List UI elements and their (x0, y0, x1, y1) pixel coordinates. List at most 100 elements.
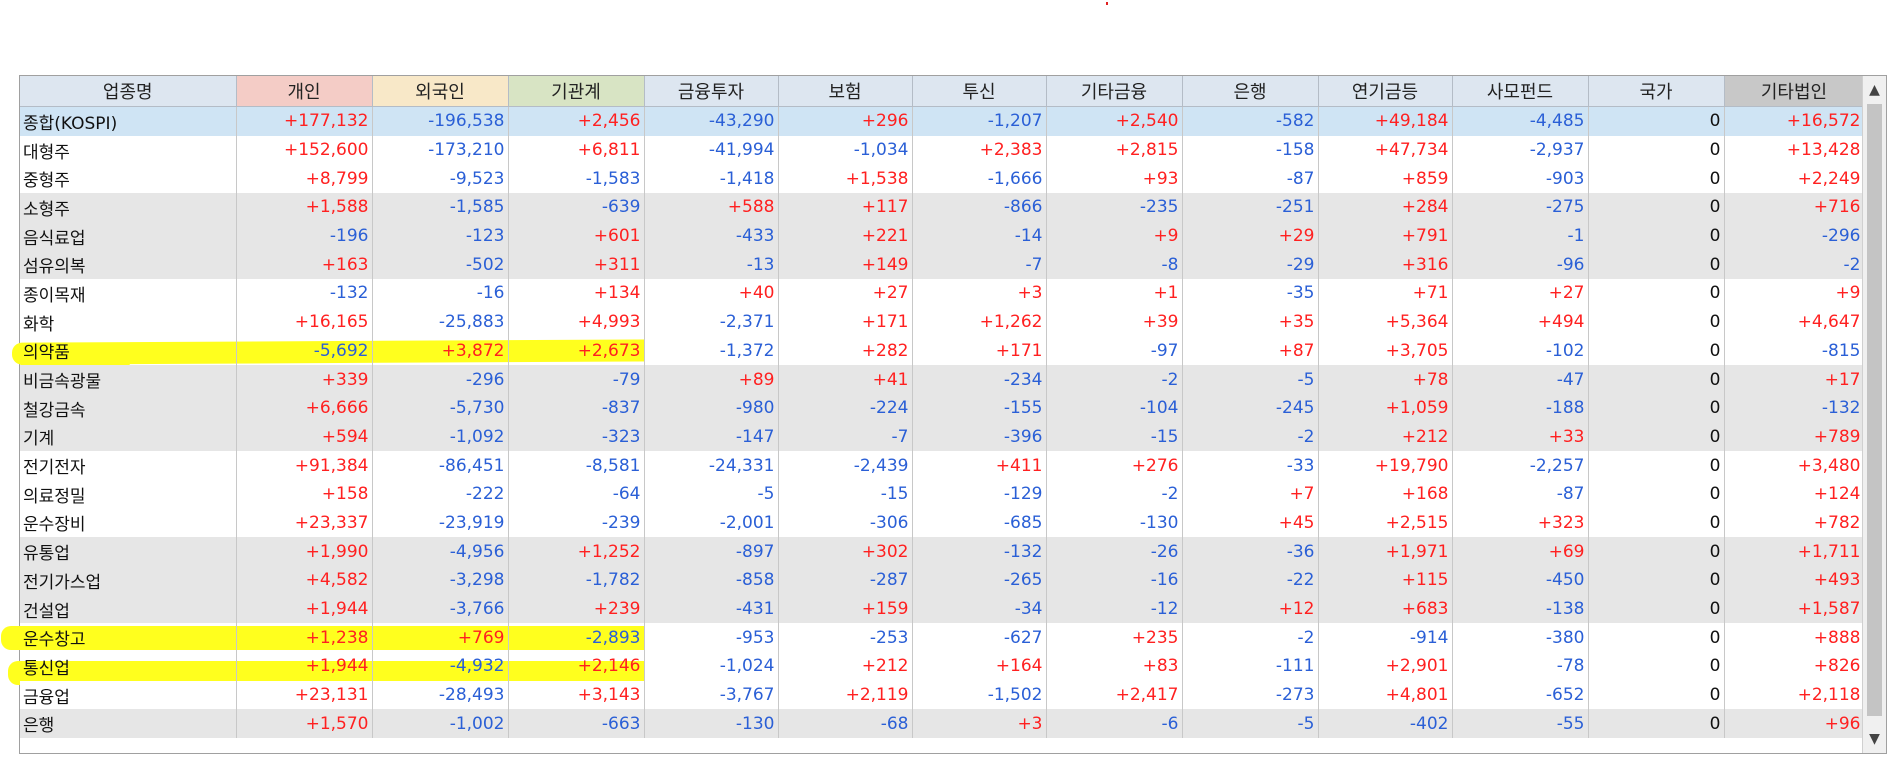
table-row[interactable]: 유통업 +1,990 -4,956 +1,252 -897 +302 -132 -26 -36 +… (20, 537, 1865, 566)
value-cell: +4,647 (1724, 307, 1865, 337)
scroll-thumb[interactable] (1867, 104, 1882, 716)
table-row[interactable]: 비금속광물 +339 -296 -79 +89 +41 -234 -2 -5 +78 -47 0 +17 (20, 365, 1865, 394)
sector-name-cell: 종합(KOSPI) (20, 106, 237, 136)
value-cell: -129 (912, 479, 1047, 509)
value-cell: 0 (1588, 164, 1725, 194)
value-cell: -275 (1452, 193, 1589, 222)
value-cell: +212 (1318, 422, 1453, 452)
value-cell: -450 (1452, 566, 1589, 595)
header-col-9[interactable]: 연기금등 (1318, 76, 1453, 107)
value-cell: +588 (644, 193, 779, 222)
scroll-up-icon[interactable]: ▲ (1863, 78, 1886, 102)
table-row[interactable]: 음식료업 -196 -123 +601 -433 +221 -14 +9 +29 +791 -1 0-… (20, 221, 1865, 251)
value-cell: -2,257 (1452, 451, 1589, 480)
header-col-10[interactable]: 사모펀드 (1452, 76, 1589, 107)
value-cell: -111 (1182, 652, 1319, 681)
table-row[interactable]: 의약품 -5,692 +3,872 +2,673 -1,372 +282 +171 -97 +8… (20, 336, 1865, 366)
value-cell: -2 (1046, 479, 1183, 509)
header-col-2[interactable]: 외국인 (372, 76, 509, 107)
table-row[interactable]: 중형주 +8,799 -9,523 -1,583 -1,418 +1,538 -1,666 +… (20, 164, 1865, 194)
value-cell: -79 (508, 365, 645, 394)
value-cell: +177,132 (236, 106, 373, 136)
table-row[interactable]: 소형주 +1,588 -1,585 -639 +588 +117 -866 -235 -251 +… (20, 193, 1865, 222)
value-cell: -5 (1182, 709, 1319, 739)
table-row[interactable]: 운수창고 +1,238 +769 -2,893 -953 -253 -627 +235 -2 -9… (20, 623, 1865, 653)
value-cell: -24,331 (644, 451, 779, 480)
value-cell: +601 (508, 221, 645, 251)
table-row[interactable]: 전기전자 +91,384 -86,451 -8,581 -24,331 -2,439 +41… (20, 451, 1865, 480)
value-cell: -897 (644, 537, 779, 566)
table-row[interactable]: 화학 +16,165 -25,883 +4,993 -2,371 +171 +1,262 +3… (20, 307, 1865, 337)
header-col-8[interactable]: 은행 (1182, 76, 1319, 107)
sector-name-cell: 은행 (20, 709, 237, 739)
value-cell: -158 (1182, 135, 1319, 165)
header-col-3[interactable]: 기관계 (508, 76, 645, 107)
vertical-scrollbar[interactable]: ▲ ▼ (1862, 76, 1886, 753)
value-cell: -253 (778, 623, 913, 653)
table-row[interactable]: 기계 +594 -1,092 -323 -147 -7 -396 -15 -2 +212 +33 0 +… (20, 422, 1865, 452)
table-row[interactable]: 전기가스업 +4,582 -3,298 -1,782 -858 -287 -265 -16 -2… (20, 566, 1865, 595)
value-cell: 0 (1588, 393, 1725, 423)
value-cell: +1,588 (236, 193, 373, 222)
value-cell: +3,705 (1318, 336, 1453, 366)
value-cell: +163 (236, 250, 373, 280)
table-row[interactable]: 건설업 +1,944 -3,766 +239 -431 +159 -34 -12 +12 +683… (20, 594, 1865, 624)
value-cell: -2,371 (644, 307, 779, 337)
value-cell: -3,767 (644, 680, 779, 710)
value-cell: 0 (1588, 623, 1725, 653)
header-col-6[interactable]: 투신 (912, 76, 1047, 107)
value-cell: +164 (912, 652, 1047, 681)
table-row[interactable]: 종이목재 -132 -16 +134 +40 +27 +3 +1 -35 +71 +27 0 +9 (20, 279, 1865, 308)
value-cell: -1,002 (372, 709, 509, 739)
value-cell: -196 (236, 221, 373, 251)
header-sector-name[interactable]: 업종명 (20, 76, 237, 107)
header-col-11[interactable]: 국가 (1588, 76, 1725, 107)
value-cell: -235 (1046, 193, 1183, 222)
value-cell: +1,538 (778, 164, 913, 194)
sector-investor-grid: 업종명 개인 외국인 기관계 금융투자 보험 투신 기타금융 은행 연기금등 사모펀드 국가 기타법인 … (1, 75, 1887, 754)
value-cell: -8 (1046, 250, 1183, 280)
table-row[interactable]: 종합(KOSPI) +177,132 -196,538 +2,456 -43,290 +2… (20, 106, 1865, 136)
value-cell: +1,252 (508, 537, 645, 566)
value-cell: -234 (912, 365, 1047, 394)
table-row[interactable]: 의료정밀 +158 -222 -64 -5 -15 -129 -2 +7 +168 -87 0 +124 (20, 479, 1865, 509)
table-row[interactable]: 철강금속 +6,666 -5,730 -837 -980 -224 -155 -104 -245… (20, 393, 1865, 423)
table-row[interactable]: 통신업 +1,944 -4,932 +2,146 -1,024 +212 +164 +83 -1… (20, 652, 1865, 681)
value-cell: -837 (508, 393, 645, 423)
value-cell: -1,207 (912, 106, 1047, 136)
value-cell: +2,417 (1046, 680, 1183, 710)
value-cell: +791 (1318, 221, 1453, 251)
value-cell: -16 (1046, 566, 1183, 595)
value-cell: +3,872 (372, 336, 509, 366)
table-row[interactable]: 은행 +1,570 -1,002 -663 -130 -68 +3 -6 -5 -402 -55 0 +… (20, 709, 1865, 739)
value-cell: -2,001 (644, 508, 779, 538)
header-col-12[interactable]: 기타법인 (1724, 76, 1865, 107)
value-cell: +5,364 (1318, 307, 1453, 337)
table-row[interactable]: 섬유의복 +163 -502 +311 -13 +149 -7 -8 -29 +316 -96 0 -2 (20, 250, 1865, 280)
table-row[interactable]: 운수장비 +23,337 -23,919 -239 -2,001 -306 -685 -130… (20, 508, 1865, 538)
value-cell: +2,118 (1724, 680, 1865, 710)
header-col-5[interactable]: 보험 (778, 76, 913, 107)
value-cell: -323 (508, 422, 645, 452)
table-row[interactable]: 금융업 +23,131 -28,493 +3,143 -3,767 +2,119 -1,50… (20, 680, 1865, 710)
value-cell: +29 (1182, 221, 1319, 251)
table-row[interactable]: 대형주 +152,600 -173,210 +6,811 -41,994 -1,034 +2… (20, 135, 1865, 165)
value-cell: +1,238 (236, 623, 373, 653)
value-cell: -3,766 (372, 594, 509, 624)
value-cell: +302 (778, 537, 913, 566)
value-cell: +3 (912, 279, 1047, 308)
value-cell: -582 (1182, 106, 1319, 136)
value-cell: +149 (778, 250, 913, 280)
scroll-down-icon[interactable]: ▼ (1863, 727, 1886, 751)
value-cell: -34 (912, 594, 1047, 624)
header-col-7[interactable]: 기타금융 (1046, 76, 1183, 107)
value-cell: +1,587 (1724, 594, 1865, 624)
sector-name-cell: 섬유의복 (20, 250, 237, 280)
header-col-1[interactable]: 개인 (236, 76, 373, 107)
value-cell: -239 (508, 508, 645, 538)
value-cell: -14 (912, 221, 1047, 251)
value-cell: -132 (912, 537, 1047, 566)
value-cell: -68 (778, 709, 913, 739)
value-cell: -953 (644, 623, 779, 653)
header-col-4[interactable]: 금융투자 (644, 76, 779, 107)
